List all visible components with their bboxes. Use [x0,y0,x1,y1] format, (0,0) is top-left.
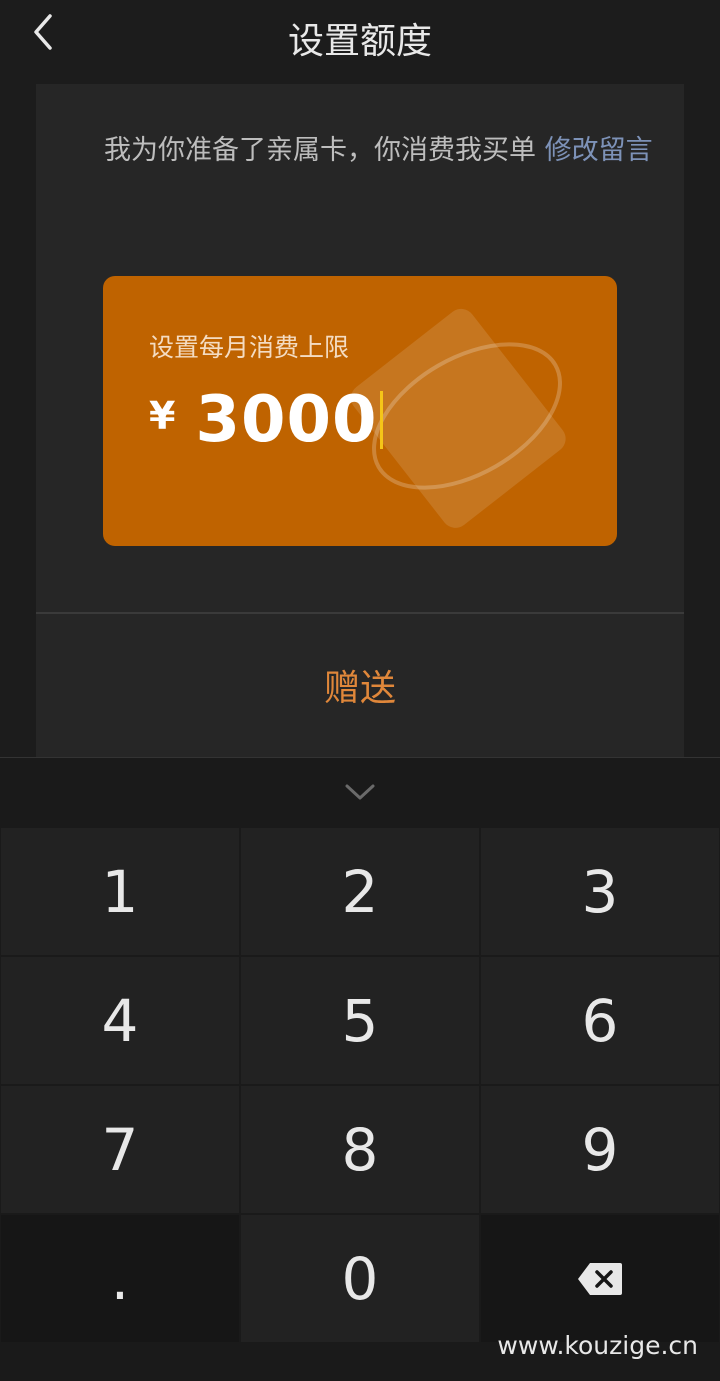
key-4[interactable]: 4 [1,957,239,1084]
divider [36,612,684,614]
watermark: www.kouzige.cn [497,1331,698,1360]
backspace-icon [578,1262,622,1295]
key-1[interactable]: 1 [1,828,239,955]
key-8[interactable]: 8 [241,1086,479,1213]
key-6[interactable]: 6 [481,957,719,1084]
key-5[interactable]: 5 [241,957,479,1084]
relative-card: 设置每月消费上限 ¥ 3000 [103,276,617,546]
gift-message: 我为你准备了亲属卡，你消费我买单 修改留言 [104,129,680,173]
top-bar: 设置额度 [0,0,720,70]
collapse-keyboard-button[interactable] [0,758,720,826]
edit-message-link[interactable]: 修改留言 [545,135,653,166]
key-3[interactable]: 3 [481,828,719,955]
amount-input[interactable]: ¥ 3000 [149,380,383,460]
currency-symbol: ¥ [149,394,176,438]
numeric-keyboard: 1 2 3 4 5 6 7 8 9 . 0 [0,757,720,1381]
chevron-down-icon [345,784,375,800]
key-2[interactable]: 2 [241,828,479,955]
card-label: 设置每月消费上限 [149,333,350,362]
key-0[interactable]: 0 [241,1215,479,1342]
key-7[interactable]: 7 [1,1086,239,1213]
key-9[interactable]: 9 [481,1086,719,1213]
gift-button[interactable]: 赠送 [36,654,684,724]
amount-value: 3000 [195,383,378,457]
page-title: 设置额度 [287,21,432,62]
key-decimal[interactable]: . [1,1215,239,1342]
delete-button[interactable] [481,1215,719,1342]
text-caret [379,391,383,449]
message-text: 我为你准备了亲属卡，你消费我买单 [104,135,545,166]
card-panel: 我为你准备了亲属卡，你消费我买单 修改留言 设置每月消费上限 ¥ 3000 赠送 [36,84,684,764]
